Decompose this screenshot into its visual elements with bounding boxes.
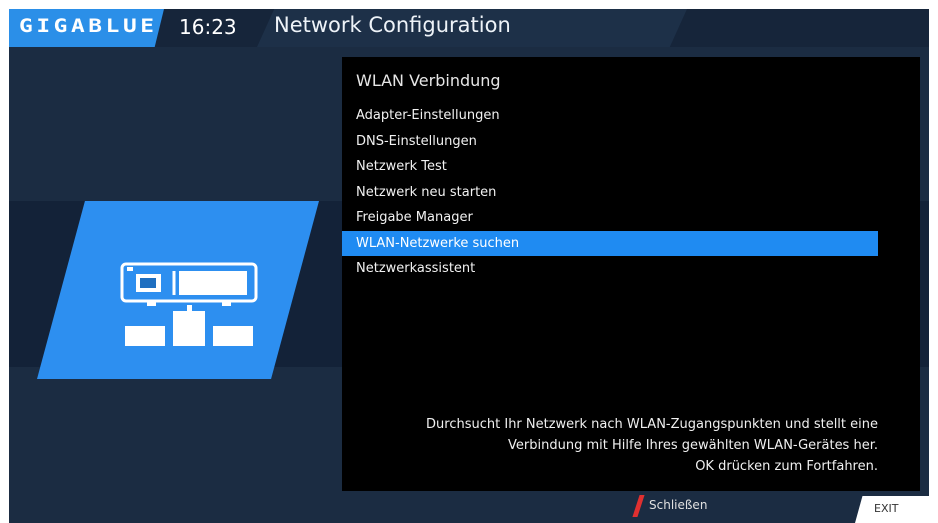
network-device-icon: [37, 201, 319, 379]
brand-logo: GIGABLUE: [19, 15, 158, 37]
clock: 16:23: [179, 15, 237, 39]
page-title: Network Configuration: [274, 13, 511, 37]
description-line: Verbindung mit Hilfe Ihres gewählten WLA…: [508, 438, 878, 453]
description-line: OK drücken zum Fortfahren.: [695, 459, 878, 474]
exit-key-label: EXIT: [874, 502, 899, 515]
menu-item-share-manager[interactable]: Freigabe Manager: [342, 205, 878, 231]
network-menu: Adapter-Einstellungen DNS-Einstellungen …: [342, 103, 920, 282]
menu-item-network-test[interactable]: Netzwerk Test: [342, 154, 878, 180]
help-description: Durchsucht Ihr Netzwerk nach WLAN-Zugang…: [358, 414, 878, 477]
menu-item-scan-wlan[interactable]: WLAN-Netzwerke suchen: [342, 230, 878, 256]
menu-item-network-wizard[interactable]: Netzwerkassistent: [342, 256, 878, 282]
close-button[interactable]: Schließen: [649, 498, 707, 512]
menu-item-restart-network[interactable]: Netzwerk neu starten: [342, 180, 878, 206]
menu-panel: WLAN Verbindung Adapter-Einstellungen DN…: [342, 57, 920, 491]
tv-screen: GIGABLUE 16:23 Network Configuration WLA…: [9, 9, 929, 523]
brand-logo-bar: GIGABLUE: [9, 9, 164, 47]
description-line: Durchsucht Ihr Netzwerk nach WLAN-Zugang…: [426, 417, 878, 432]
panel-title: WLAN Verbindung: [356, 71, 501, 90]
menu-item-adapter-settings[interactable]: Adapter-Einstellungen: [342, 103, 878, 129]
menu-item-dns-settings[interactable]: DNS-Einstellungen: [342, 129, 878, 155]
